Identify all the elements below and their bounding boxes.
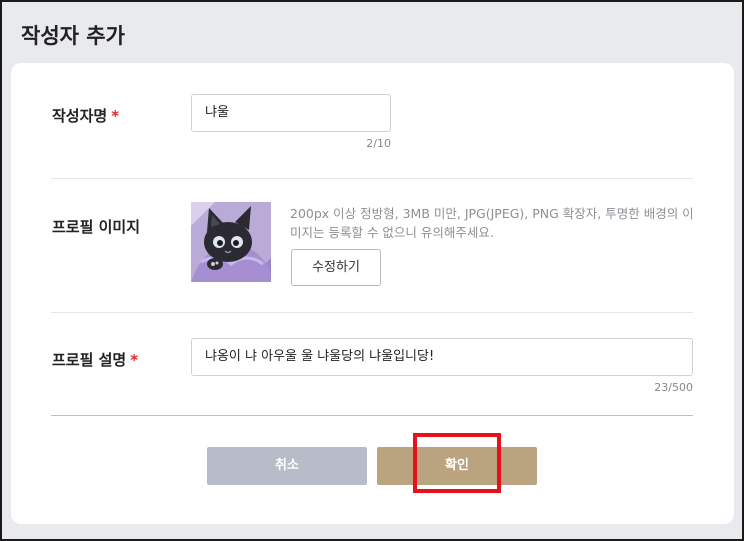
profile-avatar-image	[191, 202, 271, 282]
divider	[51, 415, 693, 416]
author-name-label-text: 작성자명	[52, 107, 108, 125]
profile-desc-counter: 23/500	[654, 381, 693, 394]
author-name-input[interactable]: 냐울	[191, 94, 391, 132]
cancel-button[interactable]: 취소	[207, 447, 367, 485]
author-name-label: 작성자명 *	[52, 105, 119, 126]
profile-desc-label-text: 프로필 설명	[52, 351, 127, 369]
profile-desc-label: 프로필 설명 *	[52, 349, 138, 370]
divider	[51, 312, 693, 313]
cat-avatar-icon	[191, 202, 271, 282]
edit-image-button[interactable]: 수정하기	[291, 249, 381, 286]
profile-desc-input[interactable]: 냐옹이 냐 아우울 울 냐울당의 냐울입니당!	[191, 338, 693, 376]
highlight-box	[413, 433, 501, 493]
profile-image-label: 프로필 이미지	[52, 218, 141, 236]
required-mark: *	[130, 351, 139, 369]
profile-image-help-text: 200px 이상 정방형, 3MB 미만, JPG(JPEG), PNG 확장자…	[290, 206, 694, 240]
author-form-card: 작성자명 * 냐울 2/10 프로필 이미지 200px 이상 정방형, 3MB …	[11, 63, 734, 524]
divider	[51, 178, 693, 179]
author-name-counter: 2/10	[366, 137, 391, 150]
dialog-title: 작성자 추가	[21, 24, 125, 48]
required-mark: *	[111, 107, 120, 125]
